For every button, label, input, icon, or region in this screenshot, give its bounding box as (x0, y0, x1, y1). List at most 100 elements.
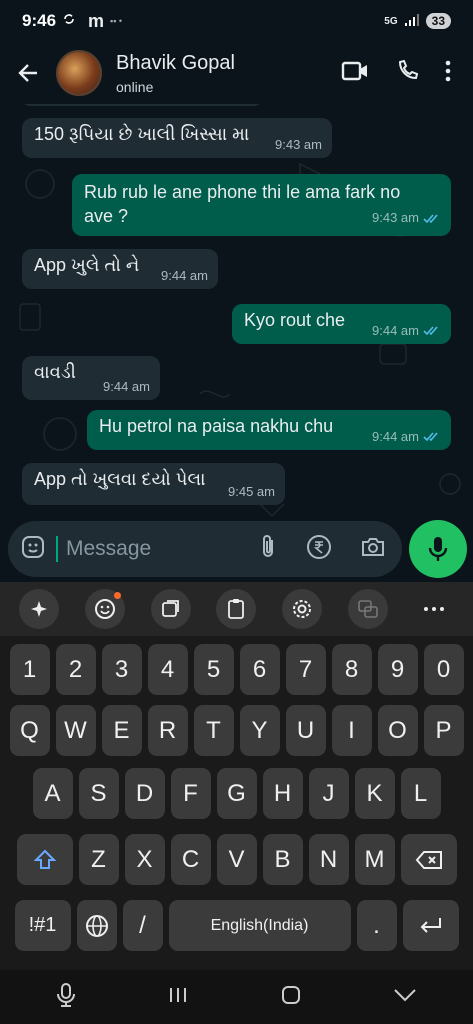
key-v[interactable]: V (216, 834, 257, 885)
chat-area[interactable]: 150 રૂપિયા છે ખાલી ખિસ્સા મા 9:43 am Rub… (0, 104, 473, 582)
ai-sparkle-icon[interactable] (18, 589, 59, 629)
recent-apps-icon[interactable] (167, 985, 189, 1010)
video-call-icon[interactable] (341, 60, 369, 87)
key-z[interactable]: Z (78, 834, 119, 885)
phone-icon[interactable] (395, 59, 419, 88)
message-text: વાવડી (34, 362, 76, 382)
key-l[interactable]: L (400, 768, 441, 819)
key-r[interactable]: R (147, 705, 188, 756)
space-key[interactable]: English(India) (168, 900, 351, 951)
key-6[interactable]: 6 (239, 644, 280, 695)
key-7[interactable]: 7 (285, 644, 326, 695)
rupee-payment-icon[interactable] (306, 534, 332, 565)
settings-gear-icon[interactable] (282, 589, 323, 629)
shift-key[interactable] (16, 834, 73, 885)
key-o[interactable]: O (377, 705, 418, 756)
message-time: 9:44 am (372, 429, 419, 444)
arrow-left-icon (18, 64, 37, 82)
slash-key[interactable]: / (122, 900, 163, 951)
key-0[interactable]: 0 (423, 644, 464, 695)
key-n[interactable]: N (308, 834, 349, 885)
message-incoming[interactable]: App ખુલે તો ને 9:44 am (22, 249, 218, 289)
message-outgoing[interactable]: Hu petrol na paisa nakhu chu 9:44 am (87, 410, 451, 450)
key-u[interactable]: U (285, 705, 326, 756)
key-e[interactable]: E (101, 705, 142, 756)
message-time: 9:43 am (275, 137, 322, 152)
home-icon[interactable] (280, 984, 302, 1011)
enter-key[interactable] (402, 900, 459, 951)
message-incoming[interactable]: 150 રૂપિયા છે ખાલી ખિસ્સા મા 9:43 am (22, 118, 332, 158)
avatar[interactable] (56, 50, 102, 96)
backspace-key[interactable] (400, 834, 457, 885)
key-f[interactable]: F (170, 768, 211, 819)
text-caret (56, 536, 58, 562)
message-incoming[interactable]: વાવડી 9:44 am (22, 356, 160, 400)
key-w[interactable]: W (55, 705, 96, 756)
hide-keyboard-icon[interactable] (393, 988, 417, 1007)
key-y[interactable]: Y (239, 705, 280, 756)
battery-badge: 33 (425, 13, 451, 29)
key-d[interactable]: D (124, 768, 165, 819)
key-x[interactable]: X (124, 834, 165, 885)
period-key[interactable]: . (356, 900, 397, 951)
letter-row-1: Q W E R T Y U I O P (0, 705, 473, 756)
message-text-line1: Rub rub le ane phone thi le ama fark no (84, 182, 401, 202)
key-2[interactable]: 2 (55, 644, 96, 695)
previous-message-edge (22, 104, 262, 106)
more-options-icon[interactable] (445, 60, 451, 87)
sticker-keyboard-icon[interactable] (150, 589, 191, 629)
message-outgoing[interactable]: Kyo rout che 9:44 am (232, 304, 451, 344)
read-ticks-icon (423, 213, 438, 223)
key-j[interactable]: J (308, 768, 349, 819)
shift-arrow-icon (33, 849, 56, 869)
key-9[interactable]: 9 (377, 644, 418, 695)
key-5[interactable]: 5 (193, 644, 234, 695)
key-k[interactable]: K (354, 768, 395, 819)
network-label: 5G (384, 15, 398, 27)
key-8[interactable]: 8 (331, 644, 372, 695)
key-m[interactable]: M (354, 834, 395, 885)
key-1[interactable]: 1 (9, 644, 50, 695)
key-q[interactable]: Q (9, 705, 50, 756)
key-s[interactable]: S (78, 768, 119, 819)
contact-status: online (116, 78, 154, 95)
microphone-icon (428, 537, 448, 561)
key-c[interactable]: C (170, 834, 211, 885)
key-b[interactable]: B (262, 834, 303, 885)
camera-icon[interactable] (360, 535, 386, 564)
message-incoming[interactable]: App તો ખુલવા દયો પેલા 9:45 am (22, 463, 285, 505)
key-g[interactable]: G (216, 768, 257, 819)
key-4[interactable]: 4 (147, 644, 188, 695)
more-horizontal-icon[interactable] (414, 589, 454, 629)
key-i[interactable]: I (331, 705, 372, 756)
voice-input-icon[interactable] (56, 982, 76, 1013)
emoji-icon[interactable] (84, 589, 125, 629)
message-input[interactable]: Message (8, 521, 402, 577)
key-3[interactable]: 3 (101, 644, 142, 695)
message-outgoing[interactable]: Rub rub le ane phone thi le ama fark no … (72, 174, 451, 236)
voice-record-button[interactable] (409, 520, 467, 578)
message-text: 150 રૂપિયા છે ખાલી ખિસ્સા મા (34, 124, 250, 144)
contact-info[interactable]: Bhavik Gopal online (116, 52, 235, 95)
attach-icon[interactable] (258, 534, 278, 565)
key-p[interactable]: P (423, 705, 464, 756)
key-h[interactable]: H (262, 768, 303, 819)
language-key[interactable] (76, 900, 117, 951)
translate-icon[interactable] (348, 589, 389, 629)
back-button[interactable] (0, 42, 56, 104)
message-time: 9:44 am (103, 379, 150, 394)
sync-icon (62, 12, 76, 31)
status-bar: 9:46 m ▪▪ • 5G 33 (0, 0, 473, 42)
letter-row-3: Z X C V B N M (0, 834, 473, 885)
message-text: App તો ખુલવા દયો પેલા (34, 469, 206, 489)
symbols-key[interactable]: !#1 (14, 900, 71, 951)
number-row: 1 2 3 4 5 6 7 8 9 0 (0, 644, 473, 695)
clipboard-icon[interactable] (216, 589, 257, 629)
message-text: Hu petrol na paisa nakhu chu (99, 416, 334, 436)
read-ticks-icon (423, 326, 438, 336)
key-t[interactable]: T (193, 705, 234, 756)
sticker-icon[interactable] (20, 534, 46, 565)
composer: Message (0, 515, 473, 582)
screen: { "status_bar": { "time": "9:46", "carri… (0, 0, 473, 1024)
key-a[interactable]: A (32, 768, 73, 819)
